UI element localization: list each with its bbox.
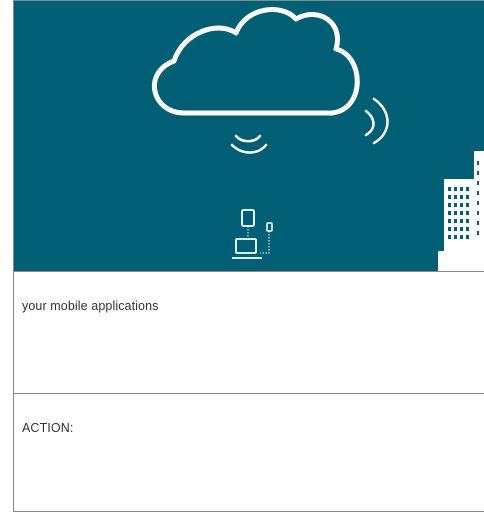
section-text-1: your mobile applications <box>22 299 159 313</box>
section-text-2: ACTION: <box>22 421 74 435</box>
hero-illustration <box>14 1 484 271</box>
laptop-icon <box>232 238 262 259</box>
phone-icon <box>266 222 273 232</box>
building-icon <box>438 151 484 271</box>
tablet-icon <box>241 209 255 227</box>
hero-illustration-svg <box>152 7 484 271</box>
content-section-2: ACTION: <box>14 394 484 513</box>
cloud-icon <box>152 7 360 116</box>
slide-frame: your mobile applications ACTION: <box>13 0 484 512</box>
wireless-signal-icon-center <box>230 134 268 154</box>
wireless-signal-icon <box>364 97 389 145</box>
content-section-1: your mobile applications <box>14 271 484 394</box>
